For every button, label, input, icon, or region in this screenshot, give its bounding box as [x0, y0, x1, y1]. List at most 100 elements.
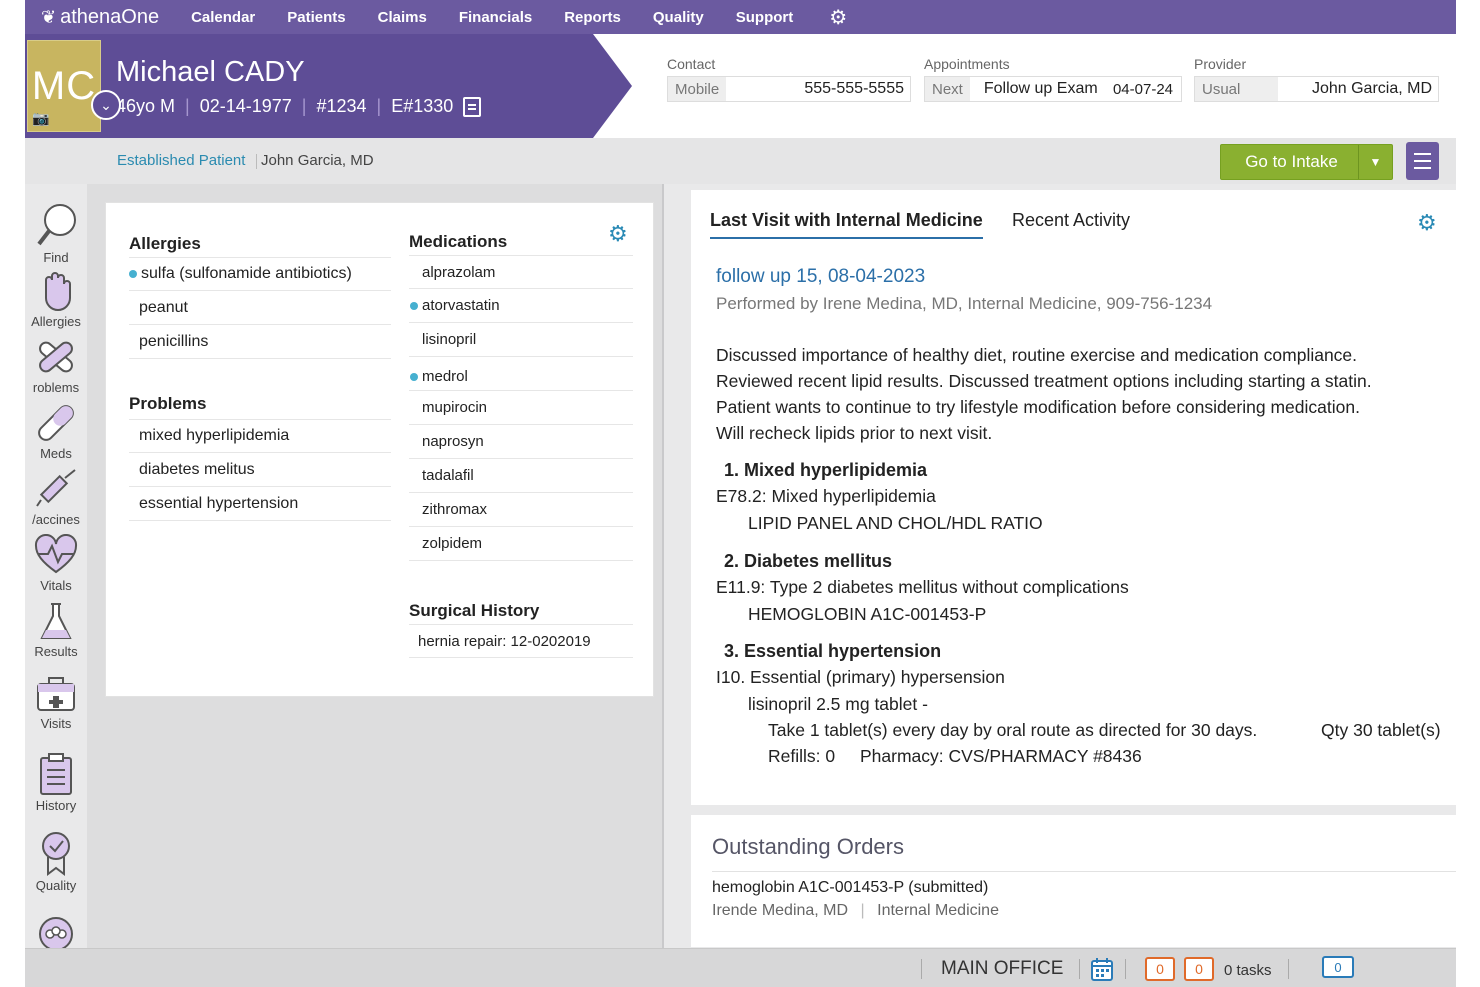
medication-row[interactable]: lisinopril — [409, 323, 633, 357]
calendar-icon[interactable] — [1091, 957, 1113, 981]
tab-recent-activity[interactable]: Recent Activity — [1012, 210, 1130, 231]
sidebar-item-results[interactable]: Results — [25, 600, 87, 659]
athena-leaf-icon: ❦ — [41, 6, 57, 27]
medication-row[interactable]: atorvastatin — [409, 289, 633, 323]
hamburger-menu-button[interactable] — [1406, 142, 1439, 180]
visit-note: Discussed importance of healthy diet, ro… — [716, 342, 1456, 446]
problem-row[interactable]: essential hypertension — [129, 487, 391, 521]
medication-row[interactable]: medrol — [409, 357, 633, 391]
problem-row[interactable]: diabetes melitus — [129, 453, 391, 487]
sidebar-label: Allergies — [31, 314, 81, 329]
medications-gear-icon[interactable]: ⚙ — [608, 221, 628, 247]
left-sidebar: Find Allergies roblems Meds /accines Vit… — [25, 184, 87, 951]
diagnosis-heading: 2. Diabetes mellitus — [724, 551, 893, 571]
provider-field[interactable]: Usual John Garcia, MD — [1194, 76, 1439, 102]
allergy-row[interactable]: peanut — [129, 291, 391, 325]
athena-logo[interactable]: ❦ athenaOne — [41, 6, 159, 29]
order-meta: Irende Medina, MD | Internal Medicine — [712, 902, 999, 919]
problem-row[interactable]: mixed hyperlipidemia — [129, 419, 391, 453]
note-line: Will recheck lipids prior to next visit. — [716, 423, 993, 443]
flask-icon — [40, 603, 72, 639]
patient-dob: 02-14-1977 — [199, 96, 292, 116]
tab-last-visit[interactable]: Last Visit with Internal Medicine — [710, 210, 983, 239]
nav-support[interactable]: Support — [736, 9, 794, 26]
medication-row[interactable]: naprosyn — [409, 425, 633, 459]
contact-field[interactable]: Mobile 555-555-5555 — [667, 76, 911, 102]
nav-claims[interactable]: Claims — [378, 9, 427, 26]
prescription-sig: Take 1 tablet(s) every day by oral route… — [768, 720, 1258, 740]
nav-financials[interactable]: Financials — [459, 9, 532, 26]
outstanding-orders-card: Outstanding Orders hemoglobin A1C-001453… — [691, 815, 1456, 947]
medication-name: medrol — [422, 368, 468, 385]
document-icon[interactable] — [463, 96, 482, 117]
medication-row[interactable]: zithromax — [409, 493, 633, 527]
diagnosis-code: E78.2: Mixed hyperlipidemia — [716, 486, 936, 506]
expand-header-button[interactable]: ⌄ — [91, 90, 121, 120]
pill-icon — [38, 405, 74, 441]
medication-name: tadalafil — [422, 467, 474, 484]
sidebar-item-problems[interactable]: roblems — [25, 336, 87, 395]
problem-name: essential hypertension — [139, 494, 299, 512]
nav-quality[interactable]: Quality — [653, 9, 704, 26]
order-item[interactable]: hemoglobin A1C-001453-P (submitted) — [712, 879, 988, 897]
prescription-pharmacy: Pharmacy: CVS/PHARMACY #8436 — [860, 746, 1142, 766]
visit-title-link[interactable]: follow up 15, 08-04-2023 — [716, 266, 925, 288]
caret-down-icon[interactable]: ▼ — [1358, 145, 1392, 179]
pane-divider[interactable] — [662, 184, 664, 948]
contact-key: Mobile — [668, 77, 727, 101]
sidebar-label: Quality — [35, 878, 77, 893]
chat-icon[interactable]: 0 — [1322, 956, 1354, 978]
sidebar-item-vaccines[interactable]: /accines — [25, 468, 87, 527]
sidebar-item-visits[interactable]: Visits — [25, 674, 87, 731]
ribbon-award-icon — [42, 832, 70, 876]
patient-info: 46yo M | 02-14-1977 | #1234 | E#1330 — [116, 96, 482, 117]
provider-value: John Garcia, MD — [1311, 80, 1432, 97]
nav-patients[interactable]: Patients — [287, 9, 345, 26]
allergy-name: penicillins — [139, 332, 209, 350]
medication-row[interactable]: zolpidem — [409, 527, 633, 561]
patient-status[interactable]: Established Patient — [117, 152, 245, 169]
department-name[interactable]: MAIN OFFICE — [941, 958, 1063, 980]
patient-name: Michael CADY — [116, 56, 305, 88]
camera-icon[interactable]: 📷 — [32, 110, 50, 127]
group-refresh-icon — [39, 917, 73, 951]
medication-row[interactable]: mupirocin — [409, 391, 633, 425]
sidebar-label: Find — [43, 250, 69, 265]
encounter-id: E#1330 — [391, 96, 454, 116]
sidebar-label: History — [35, 798, 77, 813]
top-nav: ❦ athenaOne Calendar Patients Claims Fin… — [25, 0, 1456, 34]
sidebar-item-meds[interactable]: Meds — [25, 402, 87, 461]
nav-reports[interactable]: Reports — [564, 9, 621, 26]
tasks-count[interactable]: 0 tasks — [1224, 962, 1272, 979]
sidebar-item-quality[interactable]: Quality — [25, 830, 87, 893]
medication-name: atorvastatin — [422, 297, 500, 314]
medication-row[interactable]: alprazolam — [409, 255, 633, 289]
divider — [712, 871, 1456, 872]
avatar-initials: MC — [31, 63, 97, 108]
avatar[interactable]: MC 📷 — [27, 40, 101, 132]
allergy-row[interactable]: sulfa (sulfonamide antibiotics) — [129, 257, 391, 291]
surgery-row[interactable]: hernia repair: 12-0202019 — [409, 624, 633, 658]
inbox-count-badge[interactable]: 0 — [1145, 957, 1175, 981]
sidebar-item-history[interactable]: History — [25, 752, 87, 813]
go-to-intake-button[interactable]: Go to Intake ▼ — [1220, 144, 1393, 180]
appointment-field[interactable]: Next Follow up Exam 04-07-24 — [924, 76, 1182, 102]
medication-row[interactable]: tadalafil — [409, 459, 633, 493]
patient-header: MC 📷 Michael CADY 46yo M | 02-14-1977 | … — [25, 34, 1456, 138]
medication-name: lisinopril — [422, 331, 477, 348]
appointment-value: Follow up Exam — [983, 80, 1098, 97]
note-line: Discussed importance of healthy diet, ro… — [716, 345, 1358, 365]
alert-count-badge[interactable]: 0 — [1184, 957, 1214, 981]
problem-name: mixed hyperlipidemia — [139, 427, 290, 444]
sidebar-item-vitals[interactable]: Vitals — [25, 534, 87, 593]
visit-gear-icon[interactable]: ⚙ — [1417, 210, 1437, 236]
allergy-name: peanut — [139, 298, 188, 316]
sidebar-item-find[interactable]: Find — [25, 202, 87, 265]
sidebar-item-allergies[interactable]: Allergies — [25, 270, 87, 329]
patient-id: #1234 — [316, 96, 367, 116]
allergy-row[interactable]: penicillins — [129, 325, 391, 359]
flag-dot-icon — [410, 372, 418, 381]
settings-gear-icon[interactable]: ⚙ — [829, 5, 847, 30]
appointment-date: 04-07-24 — [1112, 80, 1173, 98]
nav-calendar[interactable]: Calendar — [191, 9, 255, 26]
